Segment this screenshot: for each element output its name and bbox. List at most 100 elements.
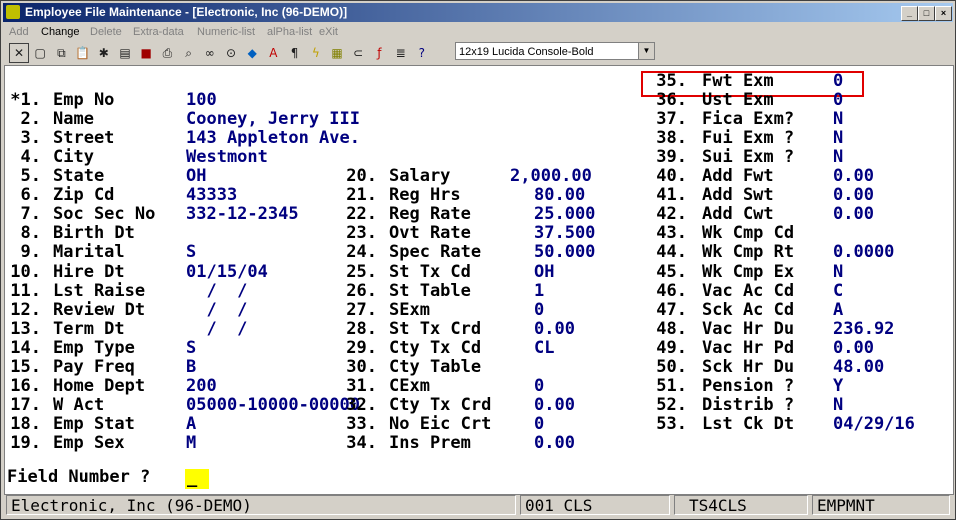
field-value[interactable]: N: [833, 110, 843, 129]
close-x-icon[interactable]: ✕: [9, 43, 29, 63]
menu-item-4[interactable]: Numeric-list: [197, 23, 255, 41]
field-value[interactable]: / /: [186, 319, 247, 339]
field-value[interactable]: N: [833, 129, 843, 148]
field-value[interactable]: Cooney, Jerry III: [186, 110, 360, 129]
field-value[interactable]: 0.00: [833, 167, 874, 186]
field-value[interactable]: / /: [186, 281, 247, 301]
field-value[interactable]: 0.00: [534, 433, 575, 453]
menu-item-6[interactable]: eXit: [319, 23, 338, 41]
chevron-down-icon[interactable]: ▼: [638, 43, 654, 59]
field-label: Reg Hrs: [389, 185, 461, 206]
print-icon[interactable]: ▤: [115, 43, 135, 63]
field-label: Term Dt: [53, 318, 125, 339]
field-value[interactable]: N: [833, 395, 843, 415]
field-number: 3.: [20, 128, 41, 149]
field-value[interactable]: 2,000.00: [510, 167, 592, 186]
field-value[interactable]: OH: [534, 262, 554, 282]
field-label: Sck Ac Cd: [702, 299, 795, 320]
field-number: 19.: [10, 432, 41, 453]
stack-icon[interactable]: ≣: [391, 43, 411, 63]
field-value[interactable]: 200: [186, 376, 217, 396]
field-value[interactable]: 1: [534, 281, 544, 301]
field-value[interactable]: B: [186, 357, 196, 377]
field-number-prompt: Field Number ?: [7, 467, 151, 487]
search-icon[interactable]: ⌕: [179, 43, 199, 63]
field-label: Vac Hr Du: [702, 318, 795, 339]
field-value[interactable]: S: [186, 243, 196, 262]
field-value[interactable]: 0: [534, 300, 544, 320]
field-value[interactable]: 332-12-2345: [186, 205, 299, 224]
settings-icon[interactable]: ✱: [94, 43, 114, 63]
field-value[interactable]: / /: [186, 300, 247, 320]
field-value[interactable]: 05000-10000-00000: [186, 395, 360, 415]
function-icon[interactable]: ƒ: [369, 43, 389, 63]
field-value[interactable]: 0: [833, 72, 843, 91]
field-value[interactable]: 100: [186, 91, 217, 110]
lightning-icon[interactable]: ϟ: [306, 43, 326, 63]
select-icon[interactable]: ▢: [30, 43, 50, 63]
menu-item-1[interactable]: Change: [41, 23, 80, 41]
field-label: Sui Exm ?: [702, 147, 795, 168]
menu-item-5[interactable]: alPha-list: [267, 23, 312, 41]
field-value[interactable]: C: [833, 281, 843, 301]
field-value[interactable]: 0.00: [833, 338, 874, 358]
field-value[interactable]: 48.00: [833, 357, 884, 377]
field-value[interactable]: 43333: [186, 186, 237, 205]
field-label: St Tx Cd: [389, 261, 471, 282]
field-label: Marital: [53, 242, 125, 263]
menu-item-3[interactable]: Extra-data: [133, 23, 184, 41]
maximize-button[interactable]: □: [918, 6, 935, 21]
field-value[interactable]: 80.00: [534, 186, 585, 205]
field-value[interactable]: A: [186, 414, 196, 434]
copy-icon[interactable]: ⧉: [51, 43, 71, 63]
field-value[interactable]: 0.00: [833, 205, 874, 224]
field-label: City: [53, 147, 94, 168]
field-value[interactable]: 236.92: [833, 319, 894, 339]
field-value[interactable]: Westmont: [186, 148, 268, 167]
field-value[interactable]: 0.00: [534, 395, 575, 415]
field-value[interactable]: 0.0000: [833, 243, 894, 262]
link-icon[interactable]: ⊂: [348, 43, 368, 63]
field-value[interactable]: 25.000: [534, 205, 595, 224]
field-value[interactable]: N: [833, 148, 843, 167]
field-value[interactable]: 0: [833, 91, 843, 110]
paste-icon[interactable]: 📋: [73, 43, 93, 63]
field-label: Emp Type: [53, 337, 135, 358]
field-value[interactable]: 37.500: [534, 224, 595, 243]
close-button[interactable]: ×: [935, 6, 952, 21]
field-label: Name: [53, 109, 94, 130]
field-value[interactable]: 0: [534, 414, 544, 434]
field-value[interactable]: N: [833, 262, 843, 282]
field-value[interactable]: Y: [833, 376, 843, 396]
field-value[interactable]: 0.00: [833, 186, 874, 205]
menu-item-0[interactable]: Add: [9, 23, 29, 41]
field-label: Add Fwt: [702, 166, 774, 187]
field-value[interactable]: A: [833, 300, 843, 320]
field-value[interactable]: CL: [534, 338, 554, 358]
field-value[interactable]: 04/29/16: [833, 414, 915, 434]
field-number: 20.: [346, 166, 377, 187]
font-a-icon[interactable]: A: [263, 43, 283, 63]
field-value[interactable]: M: [186, 433, 196, 453]
font-select[interactable]: 12x19 Lucida Console-Bold ▼: [455, 42, 655, 60]
color-icon[interactable]: ◆: [242, 43, 262, 63]
help-icon[interactable]: ?: [412, 43, 432, 63]
field-value[interactable]: 01/15/04: [186, 262, 268, 282]
font-select-value: 12x19 Lucida Console-Bold: [459, 46, 594, 58]
field-label: Spec Rate: [389, 242, 482, 263]
field-value[interactable]: 0: [534, 376, 544, 396]
field-value[interactable]: 0.00: [534, 319, 575, 339]
field-value[interactable]: S: [186, 338, 196, 358]
text-icon[interactable]: ¶: [285, 43, 305, 63]
field-value[interactable]: 143 Appleton Ave.: [186, 129, 360, 148]
field-value[interactable]: 50.000: [534, 243, 595, 262]
minimize-button[interactable]: _: [901, 6, 918, 21]
printer-icon[interactable]: ⎙: [157, 43, 177, 63]
field-number-input[interactable]: _: [185, 469, 209, 489]
record-icon[interactable]: ■: [136, 43, 156, 63]
find-icon[interactable]: ⊙: [221, 43, 241, 63]
menu-item-2[interactable]: Delete: [90, 23, 122, 41]
field-value[interactable]: OH: [186, 167, 206, 186]
calculator-icon[interactable]: ▦: [327, 43, 347, 63]
binoculars-icon[interactable]: ∞: [200, 43, 220, 63]
